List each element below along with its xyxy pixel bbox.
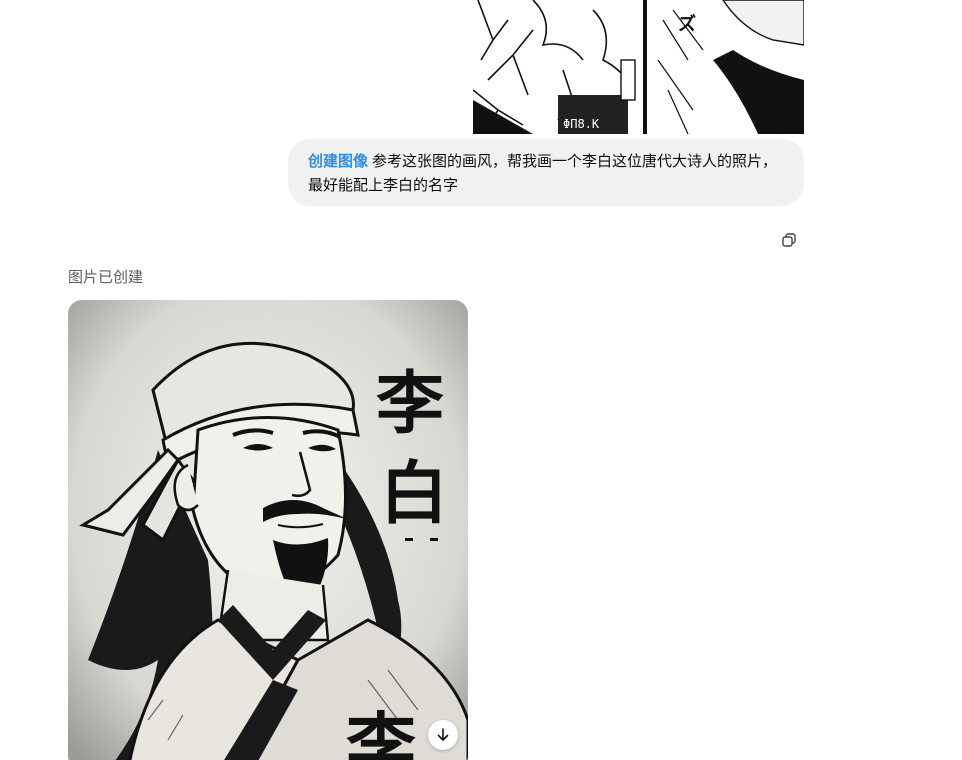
uploaded-reference-image[interactable]: ΦΠ8.K ズ [473, 0, 804, 134]
manga-sfx: ズ [678, 13, 696, 35]
chat-canvas: ΦΠ8.K ズ 创建图像 参考这张图的画风，帮我画一个李白这位唐代大诗人的照片，最… [0, 0, 962, 760]
copy-icon [781, 232, 797, 252]
manga-panel-text: ΦΠ8.K [563, 117, 600, 131]
generated-image[interactable]: 李 白 李 [68, 300, 468, 760]
image-caption-char: 李 [346, 704, 416, 760]
download-icon [436, 728, 450, 742]
image-caption-char: 李 [376, 364, 445, 444]
create-image-tag[interactable]: 创建图像 [308, 152, 368, 170]
user-message-text: 参考这张图的画风，帮我画一个李白这位唐代大诗人的照片，最好能配上李白的名字 [308, 152, 778, 194]
download-image-button[interactable] [428, 720, 458, 750]
copy-message-button[interactable] [776, 229, 802, 255]
user-message-bubble: 创建图像 参考这张图的画风，帮我画一个李白这位唐代大诗人的照片，最好能配上李白的名… [288, 139, 804, 206]
image-caption-char: 白 [380, 454, 449, 534]
image-created-label: 图片已创建 [68, 268, 144, 286]
